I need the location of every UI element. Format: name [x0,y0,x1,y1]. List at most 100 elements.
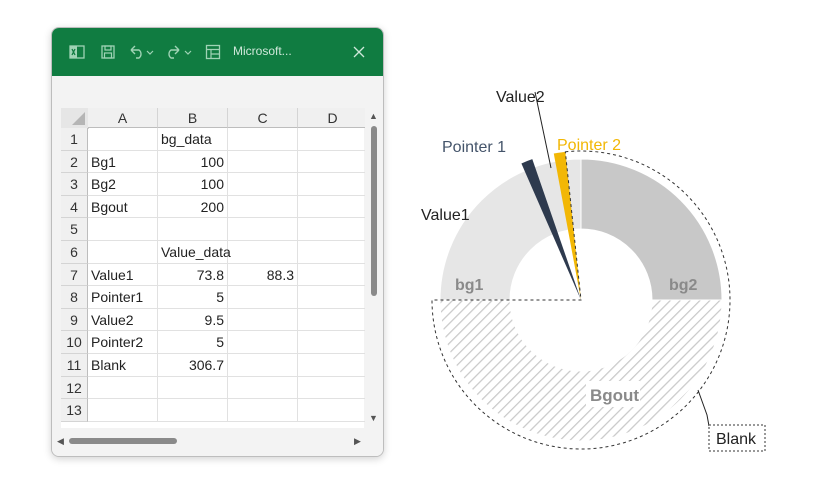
row-header[interactable]: 5 [61,218,88,241]
grid-cell[interactable] [88,128,158,151]
grid-cell[interactable]: Bg2 [88,173,158,196]
row-header[interactable]: 2 [61,150,88,174]
row-header[interactable]: 10 [61,331,88,354]
donut-slice-bg2 [580,158,723,301]
grid-cell[interactable] [298,263,368,287]
undo-icon[interactable] [126,28,156,76]
grid-cell[interactable] [228,399,298,422]
grid-cell[interactable] [228,308,298,332]
grid-cell[interactable] [298,128,368,151]
scroll-down-icon[interactable]: ▼ [369,413,378,423]
grid-cell[interactable] [228,241,298,264]
close-icon[interactable] [348,41,370,63]
grid-cell[interactable]: Bg1 [88,150,158,174]
grid-cell[interactable]: Blank [88,354,158,377]
horizontal-scrollbar[interactable]: ◀ ▶ [52,428,383,456]
donut-slice-bgout [439,299,723,442]
spreadsheet-grid[interactable]: A B C D 1 bg_data 2 Bg1 100 3 Bg2 100 4 Bgout 200 5 6 Val… [61,108,368,428]
scroll-right-icon[interactable]: ▶ [354,436,361,447]
excel-window: Microsoft... A B C D 1 bg_data 2 Bg1 100 3 Bg2 100 4… [51,27,384,457]
grid-cell[interactable]: bg_data [158,128,228,151]
vertical-scrollbar[interactable]: ▲ ▼ [365,108,383,428]
vertical-scroll-thumb[interactable] [371,126,377,296]
grid-cell[interactable]: 200 [158,195,228,219]
row-header[interactable]: 7 [61,263,88,287]
grid-cell[interactable]: Value_data [158,241,231,264]
grid-cell[interactable] [298,241,368,264]
column-header[interactable]: C [228,108,298,128]
grid-cell[interactable] [228,354,298,377]
grid-cell[interactable]: 73.8 [158,263,228,287]
value1-label: Value1 [421,207,470,224]
grid-cell[interactable]: 9.5 [158,308,228,332]
row-header[interactable]: 4 [61,195,88,219]
grid-cell[interactable] [88,399,158,422]
title-bar: Microsoft... [52,28,383,76]
horizontal-scroll-thumb[interactable] [69,438,177,444]
grid-cell[interactable]: 88.3 [228,263,298,287]
value2-label: Value2 [496,89,545,106]
grid-cell[interactable]: Pointer1 [88,286,158,309]
grid-cell[interactable]: Value2 [88,308,158,332]
grid-cell[interactable]: Value1 [88,263,158,287]
grid-cell[interactable] [298,399,368,422]
grid-cell[interactable] [298,354,368,377]
column-header[interactable]: D [298,108,368,128]
grid-cell[interactable] [298,331,368,354]
excel-icon[interactable] [66,28,88,76]
grid-cell[interactable] [88,241,158,264]
grid-cell[interactable] [228,150,298,174]
row-header[interactable]: 12 [61,376,88,400]
grid-cell[interactable]: 100 [158,150,228,174]
column-header[interactable]: A [88,108,158,128]
blank-label: Blank [716,431,757,448]
grid-cell[interactable] [298,150,368,174]
grid-cell[interactable] [298,308,368,332]
grid-cell[interactable] [158,376,228,400]
redo-icon[interactable] [164,28,194,76]
row-header[interactable]: 3 [61,173,88,196]
grid-cell[interactable]: Pointer2 [88,331,158,354]
row-header[interactable]: 8 [61,286,88,309]
row-header[interactable]: 1 [61,128,88,151]
grid-cell[interactable]: Bgout [88,195,158,219]
row-header[interactable]: 6 [61,241,88,264]
pointer2-label: Pointer 2 [557,137,621,154]
donut-chart: Value2 Pointer 1 Pointer 2 Value1 bg1 bg… [421,89,766,452]
grid-cell[interactable] [298,195,368,219]
grid-cell[interactable] [228,376,298,400]
grid-cell[interactable]: 5 [158,286,228,309]
grid-cell[interactable] [228,331,298,354]
grid-cell[interactable] [228,218,298,241]
grid-cell[interactable] [228,286,298,309]
grid-cell[interactable] [158,218,228,241]
row-header[interactable]: 9 [61,308,88,332]
grid-cell[interactable]: 100 [158,173,228,196]
form-icon[interactable] [202,28,224,76]
grid-cell[interactable] [158,399,228,422]
grid-cell[interactable] [298,286,368,309]
ribbon-area [52,76,383,108]
grid-cell[interactable] [298,173,368,196]
grid-cell[interactable] [298,218,368,241]
column-header[interactable]: B [158,108,228,128]
select-all-corner[interactable] [61,108,89,129]
window-title: Microsoft... [233,44,292,58]
bg1-label: bg1 [455,277,484,294]
row-header[interactable]: 13 [61,399,88,422]
grid-cell[interactable] [88,376,158,400]
grid-cell[interactable]: 5 [158,331,228,354]
grid-cell[interactable] [228,128,298,151]
grid-cell[interactable]: 306.7 [158,354,228,377]
scroll-left-icon[interactable]: ◀ [57,436,64,447]
grid-cell[interactable] [228,173,298,196]
grid-cell[interactable] [228,195,298,219]
save-icon[interactable] [97,28,119,76]
bg2-label: bg2 [669,277,698,294]
row-header[interactable]: 11 [61,354,88,377]
scroll-up-icon[interactable]: ▲ [369,111,378,121]
grid-cell[interactable] [88,218,158,241]
grid-cell[interactable] [298,376,368,400]
blank-leader-line [697,389,710,427]
bgout-label: Bgout [590,386,639,405]
